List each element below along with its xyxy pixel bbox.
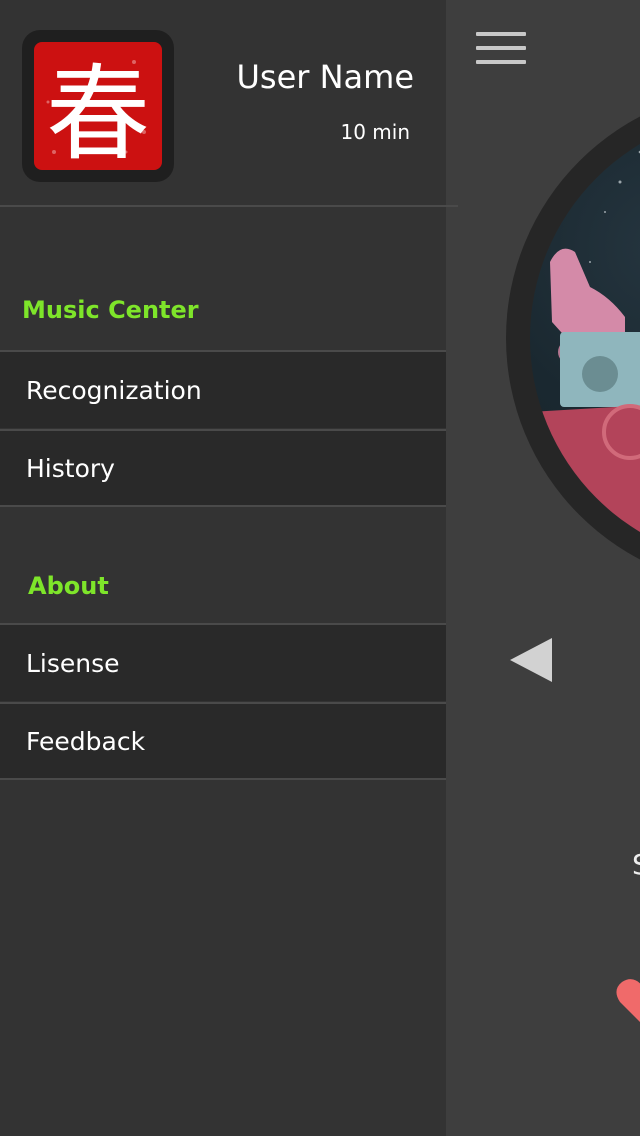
section-title-music-center: Music Center bbox=[22, 296, 199, 324]
user-name: User Name bbox=[236, 58, 414, 96]
song-title-partial: S bbox=[632, 848, 640, 881]
menu-item-label: Feedback bbox=[26, 726, 146, 756]
avatar-char: 春 bbox=[46, 53, 150, 170]
menu-item-lisense[interactable]: Lisense bbox=[0, 623, 446, 701]
menu-item-feedback[interactable]: Feedback bbox=[0, 702, 446, 780]
navigation-drawer: 春 User Name 10 min Music Center Recogniz… bbox=[0, 0, 458, 1136]
menu-item-label: Recognization bbox=[26, 375, 202, 405]
avatar[interactable]: 春 bbox=[22, 30, 174, 182]
menu-item-label: History bbox=[26, 453, 115, 483]
avatar-image: 春 bbox=[34, 42, 162, 170]
prev-arrow-icon[interactable] bbox=[510, 638, 552, 682]
menu-item-recognization[interactable]: Recognization bbox=[0, 350, 446, 428]
profile-header: 春 User Name 10 min bbox=[0, 0, 458, 207]
menu-item-history[interactable]: History bbox=[0, 429, 446, 507]
menu-icon[interactable] bbox=[476, 30, 526, 66]
menu-item-label: Lisense bbox=[26, 648, 120, 678]
user-time: 10 min bbox=[340, 120, 410, 144]
section-title-about: About bbox=[28, 572, 109, 600]
player-screen: S bbox=[446, 0, 640, 1136]
heart-icon[interactable] bbox=[614, 972, 640, 1032]
